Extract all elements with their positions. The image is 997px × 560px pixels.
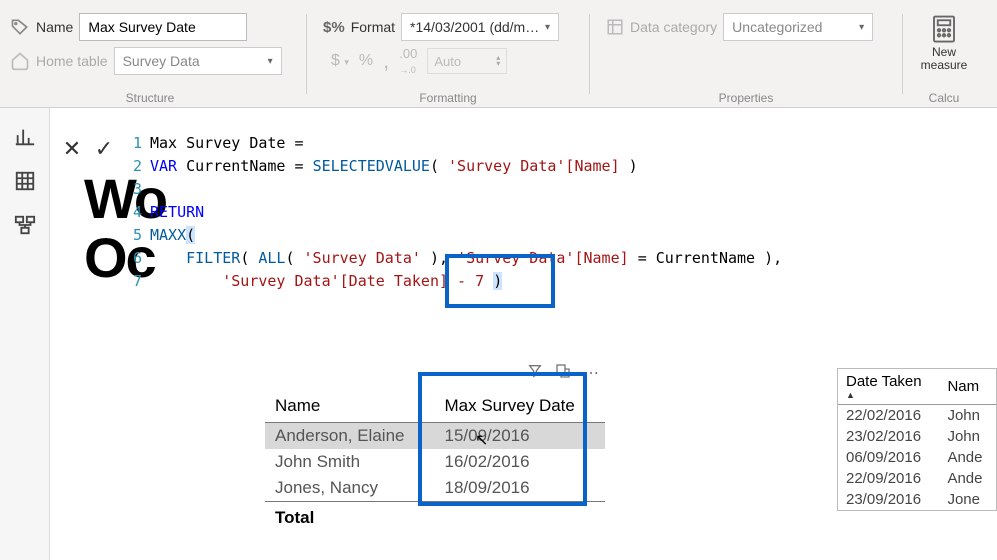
format-label: Format (351, 19, 395, 35)
spinner-icon[interactable]: ▴▾ (496, 55, 500, 67)
sort-asc-icon: ▲ (846, 390, 931, 400)
highlight-formula (445, 254, 555, 308)
workspace: Wo Oc ✕ ✓ 1Max Survey Date = 2VAR Curren… (0, 108, 997, 560)
ribbon-group-calc: New measure Calcu (909, 10, 979, 107)
format-icon: $% (323, 19, 345, 36)
divider (589, 14, 590, 94)
calculator-icon (929, 14, 959, 44)
table-row[interactable]: 23/09/2016Jone (838, 489, 996, 510)
col-header-name[interactable]: Name (265, 390, 434, 423)
side-table-visual[interactable]: Date Taken▲ Nam 22/02/2016John 23/02/201… (837, 368, 997, 511)
chevron-down-icon: ▾ (859, 22, 864, 33)
group-label-properties: Properties (596, 91, 896, 105)
table-row[interactable]: 22/02/2016John (838, 405, 996, 427)
home-table-select[interactable]: Survey Data▾ (114, 47, 282, 75)
decimal-button[interactable]: .00→.0 (399, 46, 417, 76)
currency-button[interactable]: $ ▾ (331, 52, 349, 70)
tag-icon (10, 17, 30, 37)
home-icon (10, 51, 30, 71)
commit-formula-button[interactable]: ✓ (92, 136, 116, 293)
chevron-down-icon: ▾ (545, 22, 550, 33)
group-label-structure: Structure (0, 91, 300, 105)
highlight-column (418, 372, 587, 506)
format-select[interactable]: *14/03/2001 (dd/m…▾ (401, 13, 559, 41)
ribbon: Name Max Survey Date Home table Survey D… (0, 0, 997, 108)
data-category-label: Data category (630, 19, 717, 35)
report-view-button[interactable] (14, 126, 36, 148)
name-input[interactable]: Max Survey Date (79, 13, 247, 41)
view-rail (0, 108, 50, 560)
table-row[interactable]: 22/09/2016Ande (838, 468, 996, 489)
divider (306, 14, 307, 94)
percent-button[interactable]: % (359, 52, 373, 70)
ribbon-group-structure: Name Max Survey Date Home table Survey D… (0, 10, 300, 107)
col-header-date-taken[interactable]: Date Taken▲ (838, 369, 939, 405)
data-category-select[interactable]: Uncategorized▾ (723, 13, 873, 41)
home-table-label: Home table (36, 53, 108, 69)
ribbon-group-properties: Data category Uncategorized▾ Properties (596, 10, 896, 107)
table-row[interactable]: 06/09/2016Ande (838, 447, 996, 468)
category-icon (606, 18, 624, 36)
table-row[interactable]: 23/02/2016John (838, 426, 996, 447)
model-view-button[interactable] (14, 214, 36, 236)
chevron-down-icon: ▾ (268, 56, 273, 67)
name-label: Name (36, 19, 73, 35)
divider (902, 14, 903, 94)
group-label-formatting: Formatting (313, 91, 583, 105)
decimals-input[interactable]: Auto ▴▾ (427, 48, 507, 74)
group-label-calc: Calcu (909, 91, 979, 105)
new-measure-button[interactable]: New measure (919, 10, 969, 76)
ribbon-group-formatting: $% Format *14/03/2001 (dd/m…▾ $ ▾ % , .0… (313, 10, 583, 107)
col-header-name2[interactable]: Nam (939, 369, 996, 405)
data-view-button[interactable] (14, 170, 36, 192)
comma-button[interactable]: , (383, 48, 389, 74)
cancel-formula-button[interactable]: ✕ (60, 136, 84, 293)
